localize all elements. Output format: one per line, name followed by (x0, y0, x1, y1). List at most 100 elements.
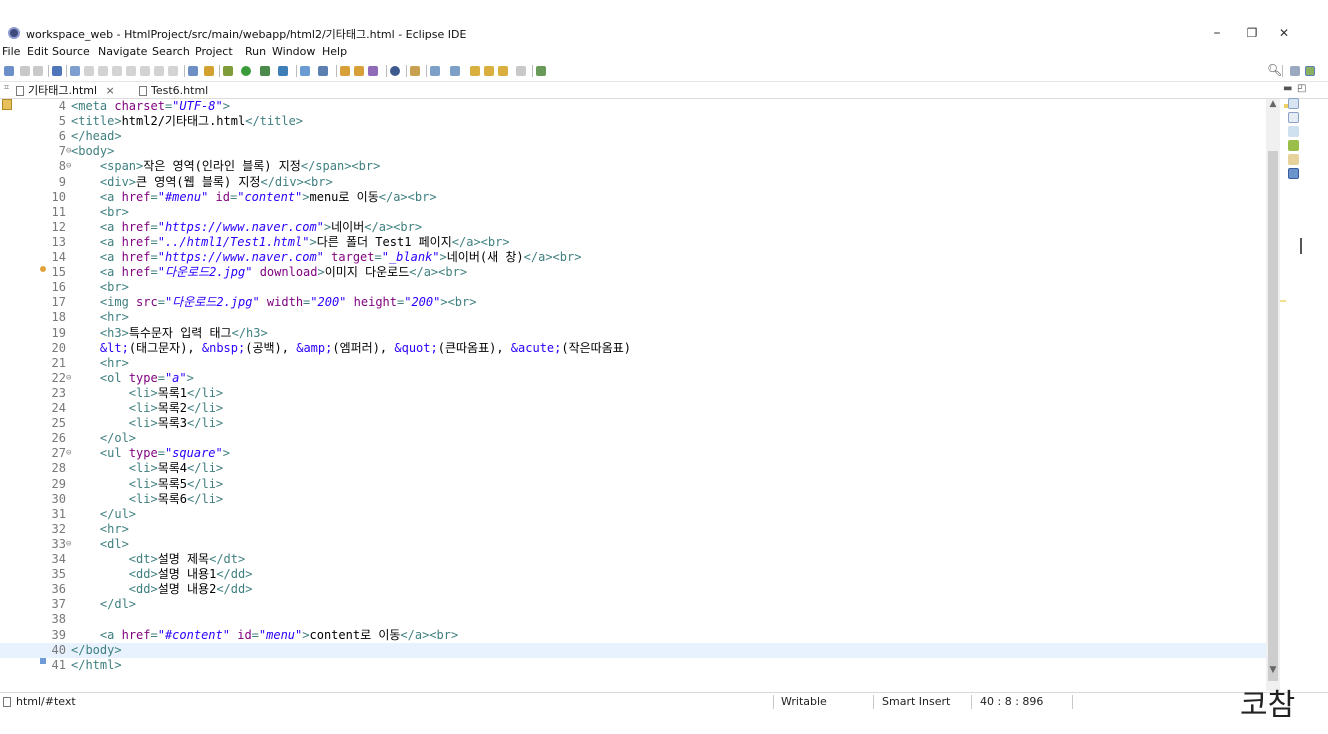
code-line[interactable]: 4 <meta charset="UTF-8"> (0, 99, 1266, 114)
code-line[interactable]: 33 ⊖ <dl> (0, 537, 1266, 552)
code-line[interactable]: 27 ⊖ <ul type="square"> (0, 446, 1266, 461)
code-line[interactable]: 11 <br> (0, 205, 1266, 220)
restore-button[interactable]: ❐ (1240, 23, 1264, 43)
code-line[interactable]: 8 ⊖ <span>작은 영역(인라인 블록) 지정</span><br> (0, 159, 1266, 174)
external-tools-icon[interactable] (278, 66, 288, 76)
suspend-icon[interactable] (98, 66, 108, 76)
save-all-icon[interactable] (33, 66, 43, 76)
forward-disabled-icon[interactable] (516, 66, 526, 76)
code-editor[interactable]: 4 <meta charset="UTF-8"> 5 <title>html2/기타태… (0, 99, 1280, 691)
snippets-view-icon[interactable] (1288, 140, 1299, 151)
menu-source[interactable]: Source (52, 45, 90, 58)
outline-view-icon[interactable] (1288, 98, 1299, 109)
code-line[interactable]: 36 <dd>설명 내용2</dd> (0, 582, 1266, 597)
minimize-button[interactable]: – (1205, 23, 1229, 43)
status-cursor-position[interactable]: 40 : 8 : 896 (980, 695, 1043, 708)
menu-help[interactable]: Help (322, 45, 347, 58)
task-list-icon[interactable] (1288, 112, 1299, 123)
code-line[interactable]: 32 <hr> (0, 522, 1266, 537)
java-ee-perspective-icon[interactable] (1305, 66, 1315, 76)
scroll-up-icon[interactable]: ▲ (1268, 99, 1278, 109)
code-line[interactable]: 23 <li>목록1</li> (0, 386, 1266, 401)
prev-annotation-icon[interactable] (450, 66, 460, 76)
menu-window[interactable]: Window (272, 45, 315, 58)
terminal-icon[interactable] (52, 66, 62, 76)
menu-navigate[interactable]: Navigate (98, 45, 147, 58)
resume-icon[interactable] (84, 66, 94, 76)
open-resource-icon[interactable] (354, 66, 364, 76)
open-task-icon[interactable] (188, 66, 198, 76)
code-line[interactable]: 16 <br> (0, 280, 1266, 295)
new-server-icon[interactable] (300, 66, 310, 76)
code-line[interactable]: 25 <li>목록3</li> (0, 416, 1266, 431)
status-insert-mode[interactable]: Smart Insert (882, 695, 950, 708)
save-icon[interactable] (20, 66, 30, 76)
pin-editor-icon[interactable] (536, 66, 546, 76)
close-button[interactable]: ✕ (1272, 23, 1296, 43)
vertical-scrollbar[interactable]: ▲ ▼ (1266, 99, 1280, 691)
code-line[interactable]: 21 <hr> (0, 356, 1266, 371)
search-tool-icon[interactable] (368, 66, 378, 76)
menu-project[interactable]: Project (195, 45, 233, 58)
step-return-icon[interactable] (168, 66, 178, 76)
code-line[interactable]: 15 <a href="다운로드2.jpg" download>이미지 다운로드… (0, 265, 1266, 280)
code-line[interactable]: 41 </html> (0, 658, 1266, 673)
menu-edit[interactable]: Edit (27, 45, 48, 58)
code-line[interactable]: 6 </head> (0, 129, 1266, 144)
code-line[interactable]: 9 <div>큰 영역(웹 블록) 지정</div><br> (0, 175, 1266, 190)
code-line[interactable]: 38 (0, 612, 1266, 627)
step-into-icon[interactable] (140, 66, 150, 76)
skip-breakpoints-icon[interactable] (204, 66, 214, 76)
scrollbar-thumb[interactable] (1268, 151, 1278, 681)
menu-file[interactable]: File (2, 45, 20, 58)
tab-기타태그[interactable]: 기타태그.html × (14, 83, 115, 98)
tab-test6[interactable]: Test6.html (137, 83, 208, 98)
code-line[interactable]: 40 </body> (0, 642, 1266, 658)
annotation-icon[interactable] (410, 66, 420, 76)
scroll-down-icon[interactable]: ▼ (1268, 665, 1278, 675)
code-line[interactable]: 20 &lt;(태그문자), &nbsp;(공백), &amp;(엠퍼러), &… (0, 341, 1266, 356)
run-icon[interactable] (241, 66, 251, 76)
console-view-icon[interactable] (1288, 168, 1299, 179)
forward-icon[interactable] (498, 66, 508, 76)
open-type-icon[interactable] (340, 66, 350, 76)
disconnect-icon[interactable] (126, 66, 136, 76)
terminate-icon[interactable] (112, 66, 122, 76)
next-annotation-icon[interactable] (430, 66, 440, 76)
code-line[interactable]: 39 <a href="#content" id="menu">content로… (0, 628, 1266, 643)
new-package-icon[interactable] (318, 66, 328, 76)
code-line[interactable]: 28 <li>목록4</li> (0, 461, 1266, 476)
properties-view-icon[interactable] (1288, 154, 1299, 165)
code-line[interactable]: 31 </ul> (0, 507, 1266, 522)
sash-handle[interactable] (1300, 238, 1302, 254)
search-icon[interactable]: 🔍︎ (1267, 63, 1282, 77)
coverage-icon[interactable] (260, 66, 270, 76)
toggle-icon[interactable] (70, 66, 80, 76)
back-icon[interactable] (484, 66, 494, 76)
code-line[interactable]: 10 <a href="#menu" id="content">menu로 이동… (0, 190, 1266, 205)
debug-icon[interactable] (223, 66, 233, 76)
code-line[interactable]: 17 <img src="다운로드2.jpg" width="200" heig… (0, 295, 1266, 310)
code-line[interactable]: 7 ⊖ <body> (0, 144, 1266, 159)
code-line[interactable]: 18 <hr> (0, 310, 1266, 325)
code-line[interactable]: 24 <li>목록2</li> (0, 401, 1266, 416)
code-line[interactable]: 34 <dt>설명 제목</dt> (0, 552, 1266, 567)
code-line[interactable]: 35 <dd>설명 내용1</dd> (0, 567, 1266, 582)
menu-run[interactable]: Run (245, 45, 266, 58)
code-line[interactable]: 19 <h3>특수문자 입력 태그</h3> (0, 326, 1266, 341)
code-line[interactable]: 12 <a href="https://www.naver.com">네이버</… (0, 220, 1266, 235)
new-icon[interactable] (4, 66, 14, 76)
last-edit-icon[interactable] (470, 66, 480, 76)
tab-close-icon[interactable]: × (106, 84, 115, 97)
code-line[interactable]: 5 <title>html2/기타태그.html</title> (0, 114, 1266, 129)
code-line[interactable]: 30 <li>목록6</li> (0, 492, 1266, 507)
open-perspective-icon[interactable] (1290, 66, 1300, 76)
code-line[interactable]: 37 </dl> (0, 597, 1266, 612)
browser-icon[interactable] (390, 66, 400, 76)
step-over-icon[interactable] (154, 66, 164, 76)
code-line[interactable]: 29 <li>목록5</li> (0, 477, 1266, 492)
menu-search[interactable]: Search (152, 45, 190, 58)
code-line[interactable]: 14 <a href="https://www.naver.com" targe… (0, 250, 1266, 265)
palette-view-icon[interactable] (1288, 126, 1299, 137)
code-line[interactable]: 26 </ol> (0, 431, 1266, 446)
